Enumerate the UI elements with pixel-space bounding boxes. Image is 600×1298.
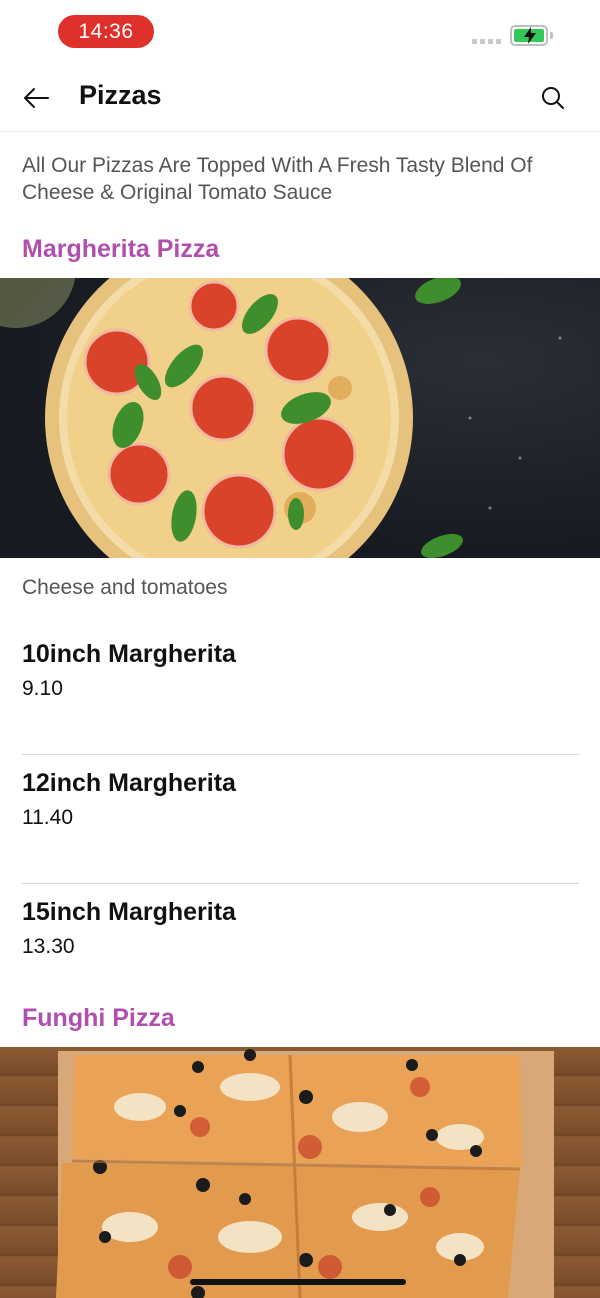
- search-icon: [542, 87, 564, 109]
- page-title: Pizzas: [79, 80, 162, 110]
- status-bar: 14:36: [0, 0, 600, 64]
- option-price: 9.10: [22, 677, 63, 700]
- section-title-funghi: Funghi Pizza: [22, 1004, 175, 1032]
- app-header: Pizzas: [0, 64, 600, 132]
- option-name: 10inch Margherita: [22, 640, 236, 668]
- section-title-margherita: Margherita Pizza: [22, 235, 220, 263]
- arrow-left-icon: [24, 88, 49, 108]
- menu-option-10inch[interactable]: 10inch Margherita 9.10: [22, 626, 579, 755]
- menu-option-12inch[interactable]: 12inch Margherita 11.40: [22, 755, 579, 884]
- signal-icon: [472, 39, 501, 44]
- home-indicator[interactable]: [190, 1279, 406, 1285]
- margherita-pizza-image: [0, 278, 600, 558]
- battery-cap: [550, 32, 553, 39]
- option-price: 13.30: [22, 935, 75, 958]
- menu-option-15inch[interactable]: 15inch Margherita 13.30: [22, 884, 579, 1013]
- back-button[interactable]: [16, 78, 56, 118]
- search-button[interactable]: [533, 78, 573, 118]
- funghi-pizza-image: [0, 1047, 600, 1298]
- battery-icon: [510, 25, 548, 46]
- option-name: 12inch Margherita: [22, 769, 236, 797]
- status-time: 14:36: [58, 15, 154, 48]
- option-price: 11.40: [22, 806, 73, 829]
- intro-text: All Our Pizzas Are Topped With A Fresh T…: [22, 154, 533, 204]
- option-name: 15inch Margherita: [22, 898, 236, 926]
- section-description: Cheese and tomatoes: [22, 576, 228, 599]
